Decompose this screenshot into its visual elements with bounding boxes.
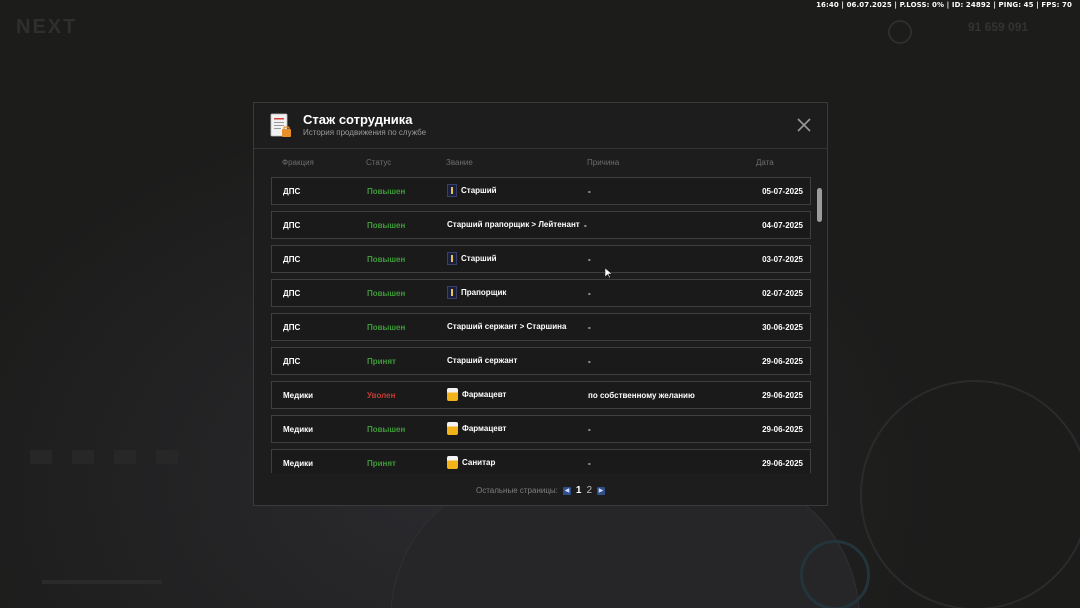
row-faction: Медики xyxy=(283,391,314,400)
player-avatar xyxy=(888,20,912,44)
row-rank-label: Фармацевт xyxy=(462,424,507,433)
row-rank: Санитар xyxy=(447,456,495,469)
row-rank: Прапорщик xyxy=(447,286,506,299)
row-faction: ДПС xyxy=(283,187,301,196)
history-list: ДПС Повышен Старший - 05-07-2025 ДПС Пов… xyxy=(271,177,811,473)
column-header-date: Дата xyxy=(756,158,774,167)
row-date: 03-07-2025 xyxy=(762,255,803,264)
table-row[interactable]: ДПС Принят Старший сержант - 29-06-2025 xyxy=(271,347,811,375)
row-date: 29-06-2025 xyxy=(762,357,803,366)
status-bar: 16:40 | 06.07.2025 | P.LOSS: 0% | ID: 24… xyxy=(816,1,1072,9)
medic-badge-icon xyxy=(447,422,458,435)
row-rank-label: Старший сержант > Старшина xyxy=(447,322,567,331)
medic-badge-icon xyxy=(447,388,458,401)
row-faction: Медики xyxy=(283,459,314,468)
row-status: Повышен xyxy=(367,221,406,230)
row-rank-label: Прапорщик xyxy=(461,288,507,297)
row-status: Повышен xyxy=(367,323,406,332)
prev-page-icon[interactable]: ◀ xyxy=(562,486,571,495)
page-1-button[interactable]: 1 xyxy=(576,485,582,496)
row-rank-label: Старший сержант xyxy=(447,356,518,365)
row-reason: - xyxy=(588,323,591,332)
row-rank-label: Старший xyxy=(461,186,497,195)
row-date: 29-06-2025 xyxy=(762,459,803,468)
modal-subtitle: История продвижения по службе xyxy=(303,128,427,137)
hud-icons xyxy=(30,450,178,464)
row-faction: ДПС xyxy=(283,323,301,332)
row-reason: - xyxy=(588,357,591,366)
document-icon xyxy=(270,113,291,137)
scrollbar[interactable] xyxy=(817,183,823,473)
row-date: 29-06-2025 xyxy=(762,425,803,434)
game-logo: NEXT xyxy=(16,16,78,38)
mouse-cursor-icon xyxy=(605,268,613,278)
shoulder-strap-icon xyxy=(447,252,457,265)
row-rank: Старший xyxy=(447,252,497,265)
row-reason: - xyxy=(584,221,587,230)
table-row[interactable]: ДПС Повышен Прапорщик - 02-07-2025 xyxy=(271,279,811,307)
hud-bar xyxy=(42,580,162,584)
medic-badge-icon xyxy=(447,456,458,469)
row-status: Принят xyxy=(367,357,396,366)
row-reason: по собственному желанию xyxy=(588,391,695,400)
row-date: 30-06-2025 xyxy=(762,323,803,332)
page-2-button[interactable]: 2 xyxy=(586,485,592,496)
scrollbar-thumb[interactable] xyxy=(817,188,822,222)
row-rank-label: Старший xyxy=(461,254,497,263)
row-faction: ДПС xyxy=(283,221,301,230)
table-row[interactable]: Медики Принят Санитар - 29-06-2025 xyxy=(271,449,811,473)
column-header-faction: Фракция xyxy=(282,158,314,167)
shoulder-strap-icon xyxy=(447,184,457,197)
pagination: Остальные страницы: ◀ 1 2 ▶ xyxy=(254,485,827,496)
row-faction: ДПС xyxy=(283,255,301,264)
row-reason: - xyxy=(588,425,591,434)
row-rank: Старший прапорщик > Лейтенант xyxy=(447,218,580,231)
speedometer xyxy=(860,380,1080,608)
row-rank: Старший сержант > Старшина xyxy=(447,320,566,333)
row-rank-label: Старший прапорщик > Лейтенант xyxy=(447,220,580,229)
row-status: Повышен xyxy=(367,255,406,264)
money-display: 91 659 091 xyxy=(968,20,1029,34)
row-reason: - xyxy=(588,187,591,196)
shoulder-strap-icon xyxy=(447,286,457,299)
table-row[interactable]: ДПС Повышен Старший - 05-07-2025 xyxy=(271,177,811,205)
row-rank: Фармацевт xyxy=(447,388,506,401)
row-rank-label: Санитар xyxy=(462,458,496,467)
row-rank: Фармацевт xyxy=(447,422,506,435)
row-rank: Старший xyxy=(447,184,497,197)
table-row[interactable]: ДПС Повышен Старший сержант > Старшина -… xyxy=(271,313,811,341)
table-row[interactable]: Медики Повышен Фармацевт - 29-06-2025 xyxy=(271,415,811,443)
row-status: Повышен xyxy=(367,289,406,298)
row-status: Принят xyxy=(367,459,396,468)
row-date: 04-07-2025 xyxy=(762,221,803,230)
row-faction: ДПС xyxy=(283,289,301,298)
table-row[interactable]: ДПС Повышен Старший - 03-07-2025 xyxy=(271,245,811,273)
row-reason: - xyxy=(588,255,591,264)
row-date: 05-07-2025 xyxy=(762,187,803,196)
table-header: Фракция Статус Звание Причина Дата xyxy=(282,158,827,170)
close-icon[interactable] xyxy=(797,118,811,132)
row-reason: - xyxy=(588,289,591,298)
pagination-label: Остальные страницы: xyxy=(475,486,558,495)
modal-header: Стаж сотрудника История продвижения по с… xyxy=(254,103,827,149)
steering-wheel xyxy=(800,540,870,608)
column-header-status: Статус xyxy=(366,158,392,167)
column-header-reason: Причина xyxy=(587,158,620,167)
row-rank-label: Фармацевт xyxy=(462,390,507,399)
row-faction: Медики xyxy=(283,425,314,434)
row-reason: - xyxy=(588,459,591,468)
row-faction: ДПС xyxy=(283,357,301,366)
table-row[interactable]: ДПС Повышен Старший прапорщик > Лейтенан… xyxy=(271,211,811,239)
row-status: Повышен xyxy=(367,425,406,434)
next-page-icon[interactable]: ▶ xyxy=(597,486,606,495)
employee-tenure-modal: Стаж сотрудника История продвижения по с… xyxy=(253,102,828,506)
modal-title: Стаж сотрудника xyxy=(303,112,413,127)
table-row[interactable]: Медики Уволен Фармацевт по собственному … xyxy=(271,381,811,409)
column-header-rank: Звание xyxy=(446,158,473,167)
row-date: 29-06-2025 xyxy=(762,391,803,400)
row-date: 02-07-2025 xyxy=(762,289,803,298)
row-status: Уволен xyxy=(367,391,396,400)
row-status: Повышен xyxy=(367,187,406,196)
row-rank: Старший сержант xyxy=(447,354,517,367)
